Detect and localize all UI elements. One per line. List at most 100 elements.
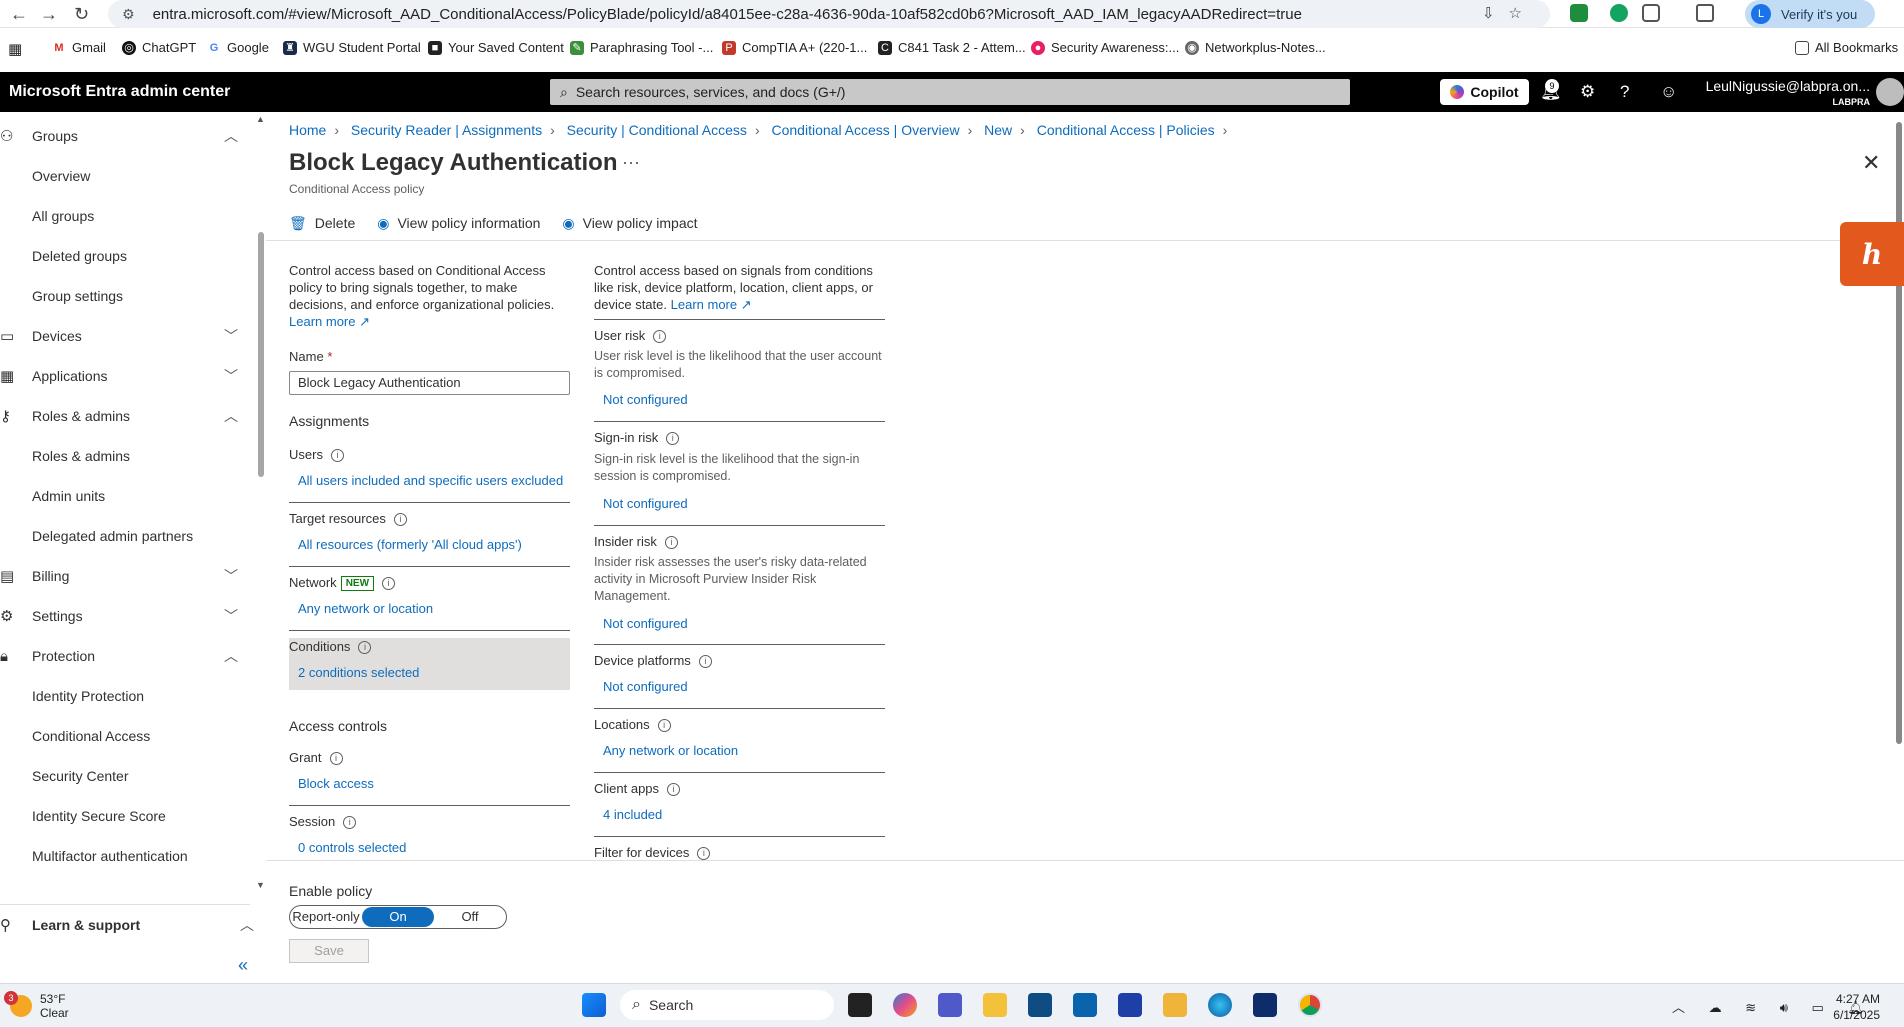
bookmark-paraphrasing[interactable]: ✎ Paraphrasing Tool -... [570,40,713,55]
weather-widget[interactable]: 3 53°F Clear [4,991,69,1020]
account-manager[interactable]: LeulNigussie@labpra.on... LABPRA [1700,78,1870,107]
clock[interactable]: 4:27 AM 6/1/2025 [1800,991,1880,1023]
learn-more-link[interactable]: Learn more ↗ [289,314,370,329]
copilot-button[interactable]: Copilot [1440,79,1529,105]
breadcrumb-home[interactable]: Home [289,122,326,138]
gear-icon[interactable]: ⚙ [1580,82,1595,102]
copilot-app-icon[interactable] [893,993,917,1017]
sidebar-item-overview[interactable]: Overview [32,168,252,184]
grammarly-icon[interactable] [1610,4,1628,22]
help-icon[interactable]: ? [1620,82,1629,102]
info-icon[interactable]: i [343,816,357,830]
network-link[interactable]: Any network or location [298,601,433,616]
user-risk-link[interactable]: Not configured [603,392,688,407]
sidebar-item-all-groups[interactable]: All groups [32,208,252,224]
chrome-icon[interactable] [1298,993,1322,1017]
bookmark-google[interactable]: G Google [207,40,269,55]
bookmark-networkplus[interactable]: ◉ Networkplus-Notes... [1185,40,1326,55]
policy-name-input[interactable]: Block Legacy Authentication [289,371,570,395]
edge-icon[interactable] [1208,993,1232,1017]
info-icon[interactable]: i [698,655,712,669]
bookmark-comptia[interactable]: P CompTIA A+ (220-1... [722,40,867,55]
portal-brand[interactable]: Microsoft Entra admin center [9,83,230,101]
learn-more-link[interactable]: Learn more ↗ [671,297,752,312]
url-text[interactable]: entra.microsoft.com/#view/Microsoft_AAD_… [153,6,1302,23]
app-icon[interactable] [1163,993,1187,1017]
taskbar-search[interactable]: ⌕ Search [620,990,834,1020]
honey-extension-icon[interactable]: h [1840,222,1904,286]
sidebar-group-protection[interactable]: 🔒︎ Protection ︿ [0,636,250,676]
sidebar-item-identity-protection[interactable]: Identity Protection [32,688,252,704]
insider-risk-link[interactable]: Not configured [603,616,688,631]
outlook-icon[interactable] [1073,993,1097,1017]
client-apps-link[interactable]: 4 included [603,807,662,822]
apps-grid-icon[interactable]: ▦ [8,40,22,58]
forward-icon[interactable]: → [40,4,58,25]
breadcrumb-ca-policies[interactable]: Conditional Access | Policies [1037,122,1215,138]
info-icon[interactable]: i [657,719,671,733]
toggle-on[interactable]: On [362,907,434,927]
teams-icon[interactable] [938,993,962,1017]
sidebar-group-settings[interactable]: ⚙ Settings ﹀ [0,596,250,636]
info-icon[interactable]: i [667,783,681,797]
target-resources-link[interactable]: All resources (formerly 'All cloud apps'… [298,537,522,552]
avatar[interactable] [1876,78,1904,106]
windows-start-icon[interactable] [582,993,606,1017]
view-policy-info-button[interactable]: ◉ View policy information [377,215,540,232]
verify-profile-button[interactable]: L Verify it's you [1745,0,1875,28]
scrollbar-thumb[interactable] [258,232,264,477]
site-info-icon[interactable]: ⚙ [122,6,135,23]
sidebar-scrollbar[interactable]: ▲ ▼ [256,112,266,892]
sidebar-group-roles[interactable]: ⚷ Roles & admins ︿ [0,396,250,436]
bookmark-chatgpt[interactable]: ◎ ChatGPT [122,40,196,55]
task-view-icon[interactable] [848,993,872,1017]
portal-search-input[interactable]: ⌕ Search resources, services, and docs (… [550,79,1350,105]
breadcrumb-new[interactable]: New [984,122,1012,138]
bookmark-saved-content[interactable]: ■ Your Saved Content [428,40,564,55]
back-icon[interactable]: ← [10,4,28,25]
toggle-report-only[interactable]: Report-only [290,907,362,927]
conditions-link[interactable]: 2 conditions selected [298,665,419,680]
sidebar-group-devices[interactable]: ▭ Devices ﹀ [0,316,250,356]
info-icon[interactable]: i [664,536,678,550]
sidebar-group-groups[interactable]: ⚇ Groups ︿ [0,116,250,156]
info-icon[interactable]: i [329,752,343,766]
tab-search-icon[interactable] [1696,4,1714,22]
sidebar-item-identity-secure-score[interactable]: Identity Secure Score [32,808,252,824]
file-explorer-icon[interactable] [983,993,1007,1017]
close-icon[interactable]: ✕ [1862,150,1880,176]
scroll-up-icon[interactable]: ▲ [256,114,265,124]
store-icon[interactable] [1028,993,1052,1017]
bookmark-wgu[interactable]: ♜ WGU Student Portal [283,40,421,55]
sidebar-group-learn[interactable]: ⚲ Learn & support ︿ [0,904,254,944]
extension-icon[interactable] [1570,4,1588,22]
info-icon[interactable]: i [393,513,407,527]
device-platforms-link[interactable]: Not configured [603,679,688,694]
breadcrumb-security-reader[interactable]: Security Reader | Assignments [351,122,542,138]
extensions-puzzle-icon[interactable] [1642,4,1660,22]
reload-icon[interactable]: ↻ [74,4,89,25]
users-link[interactable]: All users included and specific users ex… [298,473,563,488]
whiteboard-icon[interactable] [1118,993,1142,1017]
save-button[interactable]: Save [289,939,369,963]
info-icon[interactable]: i [382,577,396,591]
info-icon[interactable]: i [697,847,711,861]
sidebar-item-deleted-groups[interactable]: Deleted groups [32,248,252,264]
all-bookmarks[interactable]: All Bookmarks [1795,40,1898,55]
grant-link[interactable]: Block access [298,776,374,791]
page-action-icons[interactable]: ⇩☆ [1482,4,1536,22]
sidebar-item-group-settings[interactable]: Group settings [32,288,252,304]
sidebar-item-mfa[interactable]: Multifactor authentication [32,848,252,864]
signin-risk-link[interactable]: Not configured [603,496,688,511]
sidebar-item-delegated-admin[interactable]: Delegated admin partners [32,528,252,544]
wgu-app-icon[interactable] [1253,993,1277,1017]
sidebar-group-billing[interactable]: ▤ Billing ﹀ [0,556,250,596]
sidebar-item-security-center[interactable]: Security Center [32,768,252,784]
sidebar-group-applications[interactable]: ▦ Applications ﹀ [0,356,250,396]
session-link[interactable]: 0 controls selected [298,840,406,855]
breadcrumb-ca-overview[interactable]: Conditional Access | Overview [772,122,960,138]
collapse-sidebar-icon[interactable]: « [238,955,248,976]
info-icon[interactable]: i [666,432,680,446]
bookmark-gmail[interactable]: M Gmail [52,40,106,55]
info-icon[interactable]: i [358,641,372,655]
